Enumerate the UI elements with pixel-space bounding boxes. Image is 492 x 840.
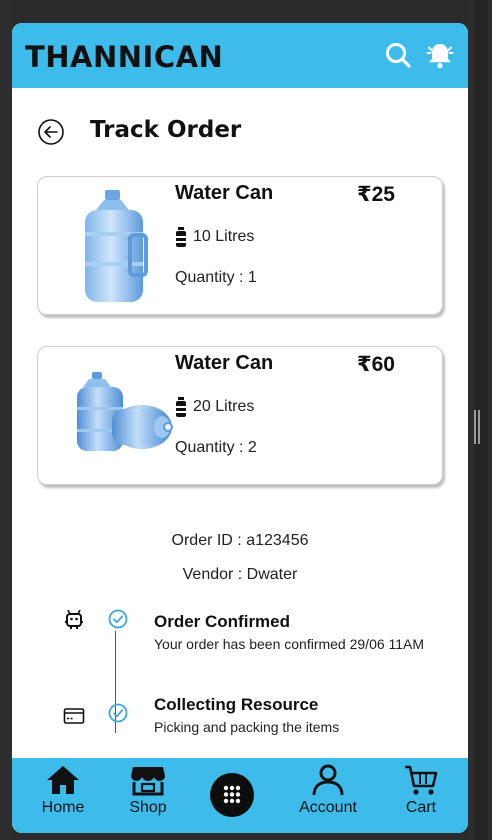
nav-shop-label: Shop	[129, 799, 167, 816]
timeline-step-title: Collecting Resource	[154, 695, 319, 714]
grid-menu-icon	[223, 785, 241, 804]
page-title: Track Order	[90, 117, 242, 143]
item-volume: 20 Litres	[175, 397, 254, 417]
water-cans-image	[74, 357, 174, 475]
nav-shop[interactable]: Shop	[122, 764, 174, 817]
top-bar: THANNICAN	[12, 23, 468, 88]
item-volume-text: 10 Litres	[193, 228, 255, 245]
timeline-step-subtitle: Your order has been confirmed 29/06 11AM	[154, 636, 425, 652]
robot-icon	[63, 608, 85, 630]
nav-home-label: Home	[41, 799, 85, 816]
timeline-step-subtitle: Picking and packing the items	[154, 719, 340, 735]
item-volume-text: 20 Litres	[193, 398, 255, 415]
brand-title: THANNICAN	[25, 40, 224, 74]
item-volume: 10 Litres	[175, 227, 254, 247]
order-item-card[interactable]: Water Can ₹60 20 Litres Quantity : 2	[37, 346, 443, 485]
check-circle-icon	[108, 609, 128, 629]
card-icon	[63, 705, 85, 727]
nav-account[interactable]: Account	[292, 764, 364, 817]
nav-home[interactable]: Home	[36, 764, 90, 817]
bell-icon[interactable]	[426, 41, 454, 69]
nav-cart-label: Cart	[405, 799, 437, 816]
item-name: Water Can	[175, 182, 274, 204]
app-screen: THANNICAN Track Order Water Can ₹25 10 L…	[12, 23, 468, 833]
item-name: Water Can	[175, 352, 274, 374]
item-price: ₹25	[357, 183, 395, 206]
account-icon	[312, 764, 344, 796]
grid-menu-button[interactable]	[210, 773, 254, 817]
home-icon	[47, 766, 79, 794]
back-arrow-icon[interactable]	[37, 118, 65, 146]
bottle-icon	[176, 227, 186, 247]
order-id: Order ID : a123456	[171, 532, 309, 549]
item-quantity: Quantity : 1	[175, 269, 257, 286]
left-window-edge	[0, 0, 12, 840]
nav-account-label: Account	[299, 799, 357, 816]
order-item-card[interactable]: Water Can ₹25 10 Litres Quantity : 1	[37, 176, 443, 315]
search-icon[interactable]	[384, 41, 412, 69]
nav-cart[interactable]: Cart	[398, 764, 444, 817]
resize-grip[interactable]	[473, 410, 481, 444]
vendor-name: Vendor : Dwater	[182, 566, 298, 583]
timeline-step-title: Order Confirmed	[154, 612, 291, 631]
cart-icon	[405, 765, 438, 795]
item-quantity: Quantity : 2	[175, 439, 257, 456]
shop-icon	[131, 767, 165, 796]
check-circle-icon	[108, 703, 128, 723]
bottle-icon	[176, 397, 186, 417]
water-can-image	[68, 187, 168, 305]
bottom-nav: Home Shop Account Cart	[12, 758, 468, 833]
item-price: ₹60	[357, 353, 395, 376]
